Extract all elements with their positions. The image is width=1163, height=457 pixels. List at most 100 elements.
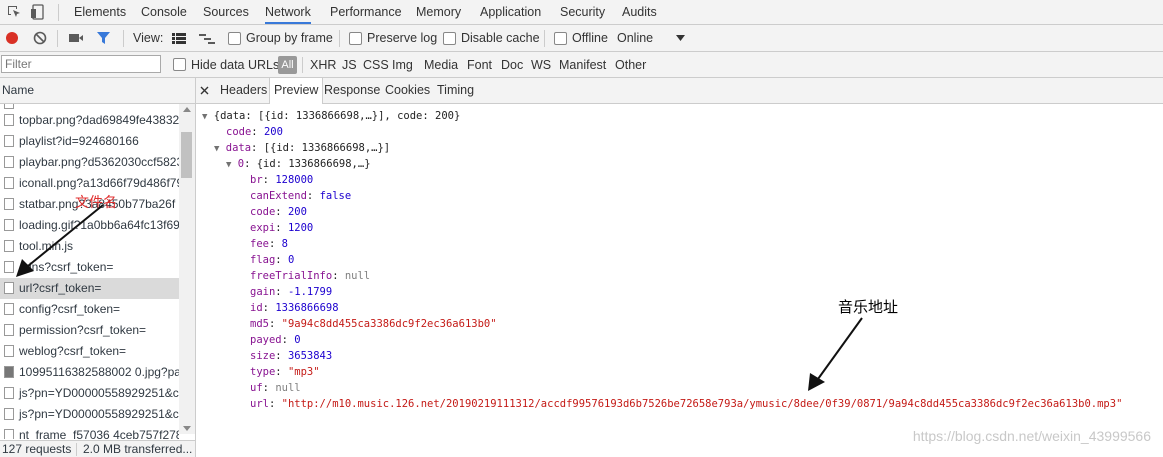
tab-sources[interactable]: Sources: [203, 0, 249, 24]
file-icon: [4, 156, 14, 168]
json-data-node[interactable]: ▼ data: [{id: 1336866698,…}]: [214, 140, 390, 157]
tab-cookies[interactable]: Cookies: [381, 78, 434, 102]
list-item[interactable]: js?pn=YD00000558929251&c.: [0, 383, 179, 404]
request-detail-tabs: Headers Preview Response Cookies Timing: [196, 78, 1163, 104]
hide-data-urls-label: Hide data URLs: [191, 58, 280, 72]
list-item[interactable]: weblog?csrf_token=: [0, 341, 179, 362]
preserve-log-checkbox[interactable]: [349, 32, 362, 45]
json-preview-panel: ▼ {data: [{id: 1336866698,…}], code: 200…: [196, 104, 1163, 457]
list-item[interactable]: playbar.png?d5362030ccf5823: [0, 152, 179, 173]
request-count: 127 requests: [2, 442, 72, 456]
json-field-flag: flag: 0: [250, 254, 295, 266]
filter-bar: Hide data URLs All XHR JS CSS Img Media …: [0, 52, 1163, 78]
json-field-uf: uf: null: [250, 382, 301, 394]
filter-input[interactable]: [1, 55, 161, 73]
tab-network[interactable]: Network: [265, 0, 311, 24]
list-item-selected[interactable]: url?csrf_token=: [0, 278, 179, 299]
disable-cache-label: Disable cache: [461, 31, 540, 45]
json-field-code: code: 200: [250, 206, 307, 218]
list-item[interactable]: js?pn=YD00000558929251&c.: [0, 404, 179, 425]
tab-performance[interactable]: Performance: [330, 0, 402, 24]
record-icon[interactable]: [5, 31, 19, 45]
list-item[interactable]: tool.min.js: [0, 236, 179, 257]
list-item[interactable]: playlist?id=924680166: [0, 131, 179, 152]
scroll-down-arrow-icon[interactable]: [183, 426, 191, 431]
close-icon[interactable]: [200, 86, 209, 95]
offline-label: Offline: [572, 31, 608, 45]
capture-screenshots-icon[interactable]: [68, 32, 84, 44]
name-column-header[interactable]: Name: [0, 78, 195, 104]
filter-css[interactable]: CSS: [363, 52, 389, 78]
filter-xhr[interactable]: XHR: [310, 52, 336, 78]
list-item-partial[interactable]: nt_frame_f57036 4ceb757f278: [0, 425, 179, 439]
json-field-md5: md5: "9a94c8dd455ca3386dc9f2ec36a613b0": [250, 318, 497, 330]
offline-checkbox[interactable]: [554, 32, 567, 45]
file-icon: [4, 408, 14, 420]
expand-triangle-icon[interactable]: ▼: [226, 160, 231, 170]
tab-console[interactable]: Console: [141, 0, 187, 24]
json-field-type: type: "mp3": [250, 366, 320, 378]
file-icon: [4, 282, 14, 294]
list-item[interactable]: loading.gif?1a0bb6a64fc13f69: [0, 215, 179, 236]
list-item[interactable]: cdns?csrf_token=: [0, 257, 179, 278]
disable-cache-checkbox[interactable]: [443, 32, 456, 45]
inspect-element-icon[interactable]: [6, 4, 22, 20]
file-icon: [4, 135, 14, 147]
expand-triangle-icon[interactable]: ▼: [202, 112, 207, 122]
transfer-size: 2.0 MB transferred...: [83, 442, 193, 456]
filter-all-button[interactable]: All: [278, 56, 297, 74]
list-item[interactable]: iconall.png?a13d66f79d486f79: [0, 173, 179, 194]
overview-icon[interactable]: [199, 33, 215, 44]
filter-img[interactable]: Img: [392, 52, 413, 78]
file-icon: [4, 345, 14, 357]
scroll-up-arrow-icon[interactable]: [183, 107, 191, 112]
group-by-frame-label: Group by frame: [246, 31, 333, 45]
tab-security[interactable]: Security: [560, 0, 605, 24]
json-field-url: url: "http://m10.music.126.net/201902191…: [250, 398, 1123, 410]
toolbar-divider: [302, 57, 303, 73]
device-toolbar-icon[interactable]: [30, 4, 46, 20]
toolbar-divider: [58, 4, 59, 21]
group-by-frame-checkbox[interactable]: [228, 32, 241, 45]
list-item[interactable]: config?csrf_token=: [0, 299, 179, 320]
filter-icon[interactable]: [96, 31, 111, 45]
dropdown-arrow-icon[interactable]: [676, 35, 685, 41]
file-icon: [4, 177, 14, 189]
filter-font[interactable]: Font: [467, 52, 492, 78]
watermark: https://blog.csdn.net/weixin_43999566: [912, 428, 1151, 444]
filter-other[interactable]: Other: [615, 52, 646, 78]
filter-manifest[interactable]: Manifest: [559, 52, 606, 78]
list-item[interactable]: topbar.png?dad69849fe43832: [0, 110, 179, 131]
tab-timing[interactable]: Timing: [433, 78, 478, 102]
scrollbar-thumb[interactable]: [181, 132, 192, 178]
tab-response[interactable]: Response: [320, 78, 384, 102]
filter-js[interactable]: JS: [342, 52, 357, 78]
tab-memory[interactable]: Memory: [416, 0, 461, 24]
network-toolbar: View: Group by frame Preserve log Disabl…: [0, 25, 1163, 52]
request-list-scrollbar[interactable]: [179, 104, 195, 434]
tab-preview[interactable]: Preview: [269, 78, 324, 104]
toolbar-divider: [339, 30, 340, 47]
file-icon: [4, 219, 14, 231]
filter-doc[interactable]: Doc: [501, 52, 523, 78]
throttling-select[interactable]: Online: [617, 25, 653, 52]
tab-application[interactable]: Application: [480, 0, 541, 24]
file-icon: [4, 240, 14, 252]
list-item[interactable]: permission?csrf_token=: [0, 320, 179, 341]
json-root-node[interactable]: ▼ {data: [{id: 1336866698,…}], code: 200…: [202, 108, 460, 125]
tab-headers[interactable]: Headers: [216, 78, 271, 102]
large-rows-icon[interactable]: [172, 33, 186, 44]
tab-elements[interactable]: Elements: [74, 0, 126, 24]
list-item[interactable]: 10995116382588002 0.jpg?par: [0, 362, 179, 383]
json-field-payed: payed: 0: [250, 334, 301, 346]
request-list-pane: Name topbar.png?dad69849fe43832 playlist…: [0, 78, 196, 457]
expand-triangle-icon[interactable]: ▼: [214, 144, 219, 154]
tab-audits[interactable]: Audits: [622, 0, 657, 24]
filter-ws[interactable]: WS: [531, 52, 551, 78]
filter-media[interactable]: Media: [424, 52, 458, 78]
file-icon: [4, 429, 14, 439]
hide-data-urls-checkbox[interactable]: [173, 58, 186, 71]
json-item-node[interactable]: ▼ 0: {id: 1336866698,…}: [226, 156, 371, 173]
json-field-size: size: 3653843: [250, 350, 333, 362]
clear-icon[interactable]: [33, 31, 47, 45]
